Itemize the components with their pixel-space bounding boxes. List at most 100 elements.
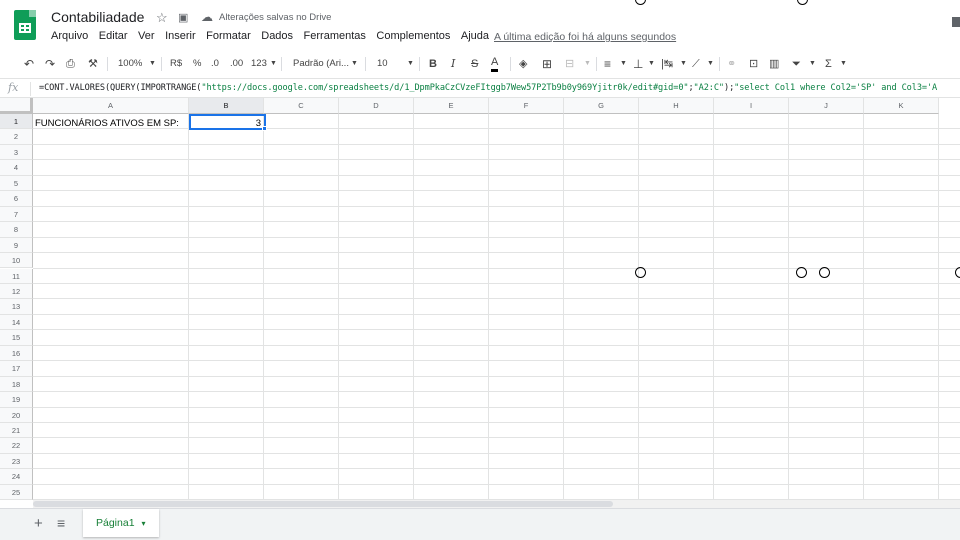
redo-icon[interactable]: ↷ <box>45 56 55 72</box>
column-header-j[interactable]: J <box>789 98 864 114</box>
row-header-9[interactable]: 9 <box>0 237 33 254</box>
menu-arquivo[interactable]: Arquivo <box>51 30 88 42</box>
insert-comment-icon[interactable]: ⊡ <box>749 56 758 72</box>
row-header-10[interactable]: 10 <box>0 253 33 269</box>
font-dropdown-icon[interactable]: ▼ <box>351 56 358 72</box>
row-header-21[interactable]: 21 <box>0 423 33 439</box>
more-formats-button[interactable]: 123 <box>251 56 267 72</box>
cell-a1[interactable]: FUNCIONÁRIOS ATIVOS EM SP: <box>35 118 179 129</box>
column-header-f[interactable]: F <box>489 98 564 114</box>
font-family-select[interactable]: Padrão (Ari... <box>293 56 349 72</box>
menu-ver[interactable]: Ver <box>138 30 155 42</box>
row-header-12[interactable]: 12 <box>0 283 33 300</box>
text-rotation-icon[interactable]: ⟋ <box>692 56 700 72</box>
print-icon[interactable]: ⎙ <box>66 56 75 72</box>
merge-dropdown-icon[interactable]: ▼ <box>584 56 591 72</box>
borders-icon[interactable]: ⊞ <box>542 56 552 72</box>
row-header-23[interactable]: 23 <box>0 453 33 470</box>
last-edit-link[interactable]: A última edição foi há alguns segundos <box>494 31 676 43</box>
fill-handle[interactable] <box>262 126 267 131</box>
column-header-e[interactable]: E <box>414 98 489 114</box>
percent-format-button[interactable]: % <box>193 56 201 72</box>
menu-dados[interactable]: Dados <box>261 30 293 42</box>
column-header-k[interactable]: K <box>864 98 939 114</box>
row-header-20[interactable]: 20 <box>0 407 33 423</box>
bold-button[interactable]: B <box>429 56 437 72</box>
column-header-d[interactable]: D <box>339 98 414 114</box>
column-header-a[interactable]: A <box>33 98 189 114</box>
row-header-22[interactable]: 22 <box>0 438 33 454</box>
row-header-17[interactable]: 17 <box>0 361 33 377</box>
merge-cells-icon[interactable]: ⊟ <box>565 56 574 72</box>
column-header-h[interactable]: H <box>639 98 714 114</box>
row-header-1[interactable]: 1 <box>0 114 33 130</box>
row-header-16[interactable]: 16 <box>0 345 33 362</box>
row-header-13[interactable]: 13 <box>0 299 33 315</box>
horizontal-align-icon[interactable]: ≡ <box>604 56 611 72</box>
add-sheet-button[interactable]: + <box>34 515 43 532</box>
menu-formatar[interactable]: Formatar <box>206 30 251 42</box>
font-size-select[interactable]: 10 <box>377 56 388 72</box>
all-sheets-button[interactable]: ≡ <box>57 515 65 531</box>
column-header-b[interactable]: B <box>189 98 264 114</box>
row-header-8[interactable]: 8 <box>0 222 33 238</box>
comments-icon[interactable] <box>952 17 960 27</box>
italic-button[interactable]: I <box>451 56 455 72</box>
column-header-g[interactable]: G <box>564 98 639 114</box>
row-header-6[interactable]: 6 <box>0 191 33 207</box>
scrollbar-thumb[interactable] <box>33 501 613 507</box>
undo-icon[interactable]: ↶ <box>24 56 34 72</box>
sheet-tab-pagina1[interactable]: Página1 ▾ <box>83 509 159 537</box>
select-all-corner[interactable] <box>0 98 33 114</box>
horizontal-scrollbar[interactable] <box>33 500 960 508</box>
row-header-3[interactable]: 3 <box>0 144 33 161</box>
row-header-11[interactable]: 11 <box>0 268 33 284</box>
zoom-dropdown-icon[interactable]: ▼ <box>149 56 156 72</box>
row-header-19[interactable]: 19 <box>0 392 33 408</box>
menu-editar[interactable]: Editar <box>99 30 128 42</box>
row-header-18[interactable]: 18 <box>0 376 33 393</box>
spreadsheet-grid[interactable]: ABCDEFGHIJK 1 2 3 4 5 6 7 8 9 10 11 12 13 14 15 16 17 18 1… <box>0 98 960 500</box>
wrap-dropdown-icon[interactable]: ▼ <box>680 56 687 72</box>
row-header-4[interactable]: 4 <box>0 160 33 176</box>
vertical-align-icon[interactable]: ⊥ <box>633 56 643 72</box>
paint-format-icon[interactable]: ⚒ <box>88 56 98 72</box>
text-color-button[interactable]: A <box>491 56 499 72</box>
formats-dropdown-icon[interactable]: ▼ <box>270 56 277 72</box>
menu-ferramentas[interactable]: Ferramentas <box>304 30 366 42</box>
menu-inserir[interactable]: Inserir <box>165 30 196 42</box>
halign-dropdown-icon[interactable]: ▼ <box>620 56 627 72</box>
row-header-5[interactable]: 5 <box>0 175 33 192</box>
sheets-logo-icon[interactable] <box>14 10 36 40</box>
rotation-dropdown-icon[interactable]: ▼ <box>707 56 714 72</box>
sheet-tab-menu-icon[interactable]: ▾ <box>141 519 145 528</box>
currency-format-button[interactable]: R$ <box>170 56 182 72</box>
row-header-24[interactable]: 24 <box>0 469 33 485</box>
fill-color-icon[interactable]: ◈ <box>519 56 527 72</box>
row-header-7[interactable]: 7 <box>0 206 33 223</box>
functions-button[interactable]: Σ <box>825 56 832 72</box>
row-header-25[interactable]: 25 <box>0 484 33 500</box>
menu-complementos[interactable]: Complementos <box>376 30 450 42</box>
document-title[interactable]: Contabiliadade <box>51 9 144 25</box>
row-header-14[interactable]: 14 <box>0 314 33 331</box>
functions-dropdown-icon[interactable]: ▼ <box>840 56 847 72</box>
filter-icon[interactable]: ⏷ <box>792 56 801 72</box>
row-header-2[interactable]: 2 <box>0 129 33 145</box>
increase-decimal-button[interactable]: .00 <box>230 56 243 72</box>
formula-input[interactable]: =CONT.VALORES(QUERY(IMPORTRANGE("https:/… <box>39 83 937 93</box>
move-folder-icon[interactable]: ▣ <box>178 11 188 24</box>
strikethrough-button[interactable]: S <box>471 56 478 72</box>
column-header-i[interactable]: I <box>714 98 789 114</box>
zoom-select[interactable]: 100% <box>118 56 142 72</box>
menu-ajuda[interactable]: Ajuda <box>461 30 489 42</box>
insert-link-icon[interactable]: ⚭ <box>727 56 736 72</box>
text-wrap-icon[interactable]: |↹ <box>661 56 673 72</box>
decrease-decimal-button[interactable]: .0 <box>211 56 219 72</box>
star-icon[interactable]: ☆ <box>156 10 168 26</box>
row-header-15[interactable]: 15 <box>0 330 33 346</box>
valign-dropdown-icon[interactable]: ▼ <box>648 56 655 72</box>
font-size-dropdown-icon[interactable]: ▼ <box>407 56 414 72</box>
column-header-c[interactable]: C <box>264 98 339 114</box>
insert-chart-icon[interactable]: ▥ <box>769 56 779 72</box>
